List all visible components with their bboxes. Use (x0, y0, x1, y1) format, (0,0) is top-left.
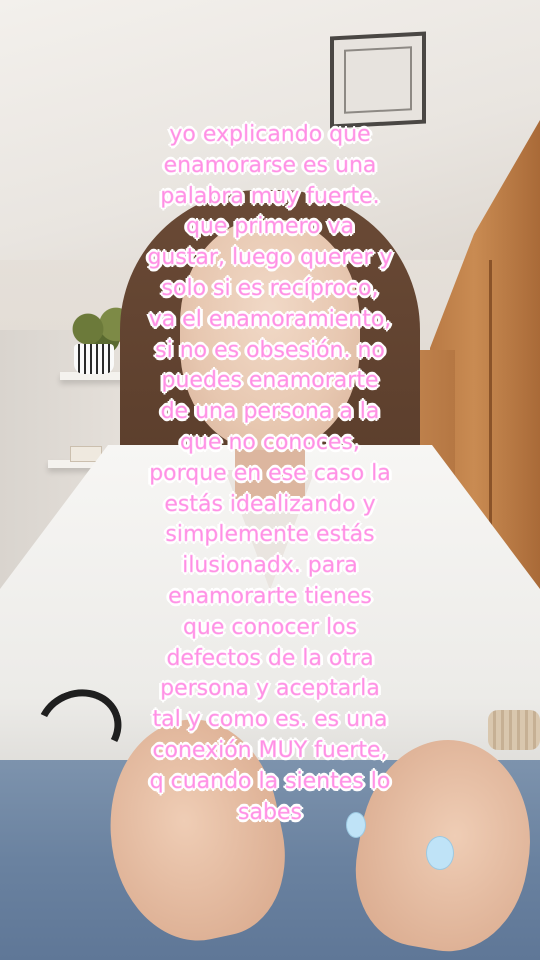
caption-line: que conocer los (182, 614, 358, 640)
ceiling-light-icon (330, 31, 426, 129)
caption-line: defectos de la otra (166, 645, 374, 671)
caption-line: persona y aceptarla (160, 676, 380, 702)
caption-line: solo si es recíproco, (161, 275, 379, 301)
caption-line: que primero va (185, 214, 355, 240)
caption-line: enamorarte tienes (168, 583, 372, 609)
caption-line: va el enamoramiento, (148, 306, 392, 332)
video-frame: yo explicando que enamorarse es una pala… (0, 0, 540, 960)
caption-line: tal y como es. es una (152, 707, 388, 733)
painted-nail (426, 836, 454, 870)
caption-line: si no es obsesión. no (155, 337, 385, 363)
caption-line: ilusionadx. para (182, 553, 358, 579)
caption-line: estás idealizando y (164, 491, 376, 517)
caption-line: puedes enamorarte (161, 368, 379, 394)
caption-line: que no conoces, (180, 429, 360, 455)
caption-line: yo explicando que (169, 122, 371, 147)
caption-overlay: yo explicando que enamorarse es una pala… (30, 120, 510, 828)
caption-line: de una persona a la (160, 399, 380, 425)
caption-line: enamorarse es una (163, 152, 377, 178)
caption-line: sabes (238, 799, 302, 825)
caption-line: simplemente estás (165, 522, 375, 548)
caption-line: palabra muy fuerte. (160, 183, 380, 209)
caption-line: gustar, luego querer y (147, 245, 393, 271)
caption-line: conexión MUY fuerte, (152, 737, 388, 763)
caption-line: porque en ese caso la (149, 460, 391, 486)
caption-line: q cuando la sientes lo (149, 768, 391, 794)
